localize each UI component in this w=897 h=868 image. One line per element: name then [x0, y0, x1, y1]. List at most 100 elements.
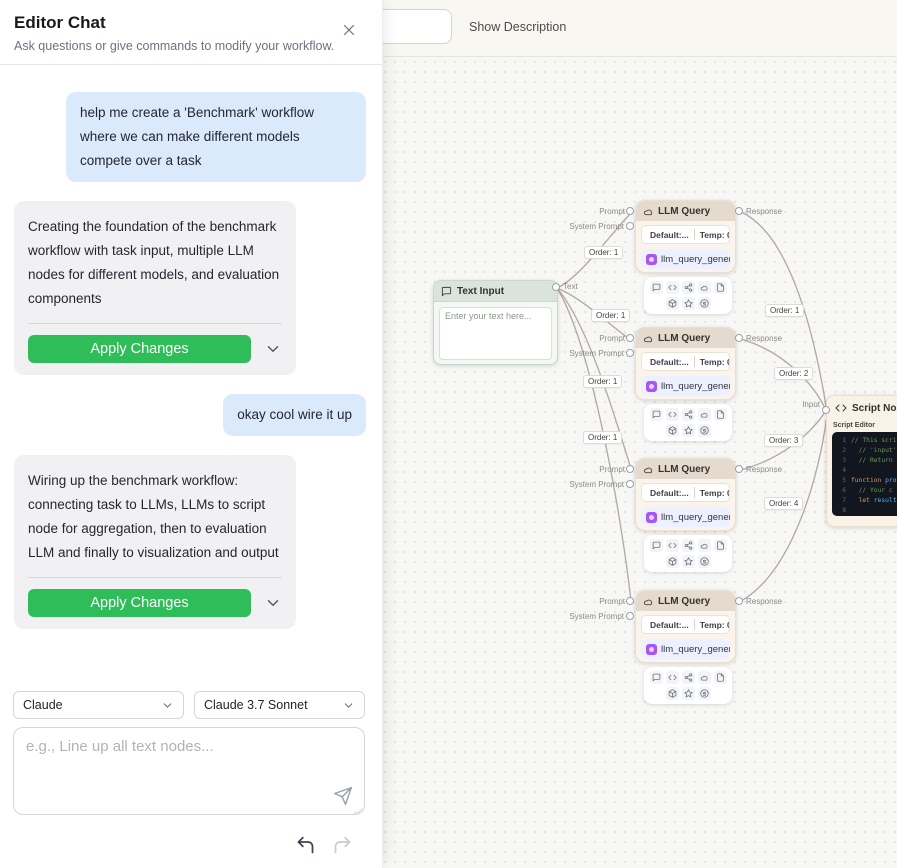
output-handle-response[interactable] — [735, 597, 743, 605]
apply-changes-button[interactable]: Apply Changes — [28, 335, 251, 363]
code-text: // Your c — [851, 486, 893, 496]
code-segment: pro — [885, 477, 896, 484]
provider-select[interactable]: Claude — [13, 691, 184, 719]
cloud-icon[interactable] — [698, 408, 711, 421]
box-icon[interactable] — [666, 687, 679, 700]
script-node-header[interactable]: Script Node — [827, 396, 897, 420]
output-handle-text[interactable] — [552, 283, 560, 291]
star-icon[interactable] — [682, 555, 695, 568]
llm-node-header[interactable]: LLM Query — [636, 459, 735, 479]
code-icon[interactable] — [666, 408, 679, 421]
text-input-node[interactable]: Text Input Enter your text here... — [433, 280, 558, 365]
share-icon[interactable] — [682, 281, 695, 294]
input-handle-system-prompt[interactable] — [626, 222, 634, 230]
code-segment: // 'input' v — [851, 447, 897, 454]
llm-tool-name: llm_query_generato — [661, 381, 730, 392]
star-icon[interactable] — [682, 297, 695, 310]
message-icon[interactable] — [650, 408, 663, 421]
divider — [694, 619, 695, 630]
code-icon[interactable] — [666, 671, 679, 684]
llm-query-node[interactable]: LLM Query Default:...Temp: 0.7 llm_query_g… — [635, 590, 736, 663]
box-icon[interactable] — [666, 297, 679, 310]
chat-input[interactable] — [13, 727, 365, 815]
apply-changes-button[interactable]: Apply Changes — [28, 589, 251, 617]
star-icon[interactable] — [682, 687, 695, 700]
code-icon[interactable] — [666, 281, 679, 294]
input-handle-prompt[interactable] — [626, 334, 634, 342]
cloud-icon[interactable] — [698, 539, 711, 552]
chevron-down-icon[interactable] — [264, 340, 282, 358]
output-handle-response[interactable] — [735, 334, 743, 342]
dollar-icon[interactable] — [698, 297, 711, 310]
chat-message-list: help me create a 'Benchmark' workflow wh… — [0, 65, 382, 691]
script-code-editor[interactable]: 1// This script2 // 'input' v3 // Return… — [832, 432, 897, 516]
port-label-system-prompt: System Prompt — [569, 612, 624, 621]
node-action-toolbar — [644, 667, 732, 704]
input-handle-system-prompt[interactable] — [626, 480, 634, 488]
dollar-icon[interactable] — [698, 687, 711, 700]
input-handle-prompt[interactable] — [626, 207, 634, 215]
box-icon[interactable] — [666, 555, 679, 568]
llm-model-value: Default:... — [650, 230, 689, 240]
toolbar-row — [666, 555, 711, 568]
message-icon[interactable] — [650, 539, 663, 552]
file-icon[interactable] — [714, 281, 727, 294]
toolbar-row — [666, 424, 711, 437]
message-icon[interactable] — [650, 671, 663, 684]
cloud-icon[interactable] — [698, 281, 711, 294]
port-label-text: Text — [563, 282, 578, 291]
script-node[interactable]: Script Node Script Editor 1// This scrip… — [826, 395, 897, 527]
undo-icon[interactable] — [295, 835, 316, 856]
llm-temp-value: Temp: 0.7 — [700, 620, 730, 630]
send-icon[interactable] — [333, 786, 353, 806]
llm-node-header[interactable]: LLM Query — [636, 591, 735, 611]
message-icon[interactable] — [650, 281, 663, 294]
text-input-node-header[interactable]: Text Input — [434, 281, 557, 302]
port-label-prompt: Prompt — [599, 334, 625, 343]
share-icon[interactable] — [682, 671, 695, 684]
chevron-down-icon[interactable] — [264, 594, 282, 612]
llm-query-node[interactable]: LLM Query Default:...Temp: 0.7 llm_query_g… — [635, 327, 736, 400]
text-input-textarea[interactable]: Enter your text here... — [439, 307, 552, 360]
model-select[interactable]: Claude 3.7 Sonnet — [194, 691, 365, 719]
file-icon[interactable] — [714, 408, 727, 421]
llm-temp-value: Temp: 0.7 — [700, 488, 730, 498]
llm-model-row[interactable]: Default:...Temp: 0.7 — [641, 352, 730, 371]
llm-model-row[interactable]: Default:...Temp: 0.7 — [641, 225, 730, 244]
input-handle-system-prompt[interactable] — [626, 612, 634, 620]
llm-model-row[interactable]: Default:...Temp: 0.7 — [641, 483, 730, 502]
input-handle-prompt[interactable] — [626, 465, 634, 473]
dollar-icon[interactable] — [698, 555, 711, 568]
line-number: 2 — [836, 446, 846, 456]
output-handle-response[interactable] — [735, 207, 743, 215]
star-icon[interactable] — [682, 424, 695, 437]
input-handle-script[interactable] — [822, 406, 830, 414]
share-icon[interactable] — [682, 539, 695, 552]
llm-node-header[interactable]: LLM Query — [636, 328, 735, 348]
llm-query-node[interactable]: LLM Query Default:...Temp: 0.7 llm_query_g… — [635, 458, 736, 531]
star-icon — [684, 557, 693, 566]
llm-query-node[interactable]: LLM Query Default:...Temp: 0.7 llm_query_g… — [635, 200, 736, 273]
cloud-icon[interactable] — [698, 671, 711, 684]
edge-order-label: Order: 2 — [774, 367, 813, 380]
toolbar-row — [650, 281, 727, 294]
input-handle-prompt[interactable] — [626, 597, 634, 605]
llm-node-header[interactable]: LLM Query — [636, 201, 735, 221]
llm-tool-pill[interactable]: llm_query_generato — [641, 639, 730, 659]
box-icon[interactable] — [666, 424, 679, 437]
redo-icon[interactable] — [332, 835, 353, 856]
llm-tool-pill[interactable]: llm_query_generato — [641, 507, 730, 527]
share-icon[interactable] — [682, 408, 695, 421]
llm-tool-pill[interactable]: llm_query_generato — [641, 376, 730, 396]
code-icon[interactable] — [666, 539, 679, 552]
file-icon[interactable] — [714, 671, 727, 684]
input-handle-system-prompt[interactable] — [626, 349, 634, 357]
port-label-response: Response — [746, 465, 782, 474]
output-handle-response[interactable] — [735, 465, 743, 473]
llm-tool-pill[interactable]: llm_query_generato — [641, 249, 730, 269]
dollar-icon[interactable] — [698, 424, 711, 437]
file-icon[interactable] — [714, 539, 727, 552]
llm-model-row[interactable]: Default:...Temp: 0.7 — [641, 615, 730, 634]
code-text: let result — [851, 496, 897, 506]
close-icon[interactable] — [340, 21, 358, 39]
